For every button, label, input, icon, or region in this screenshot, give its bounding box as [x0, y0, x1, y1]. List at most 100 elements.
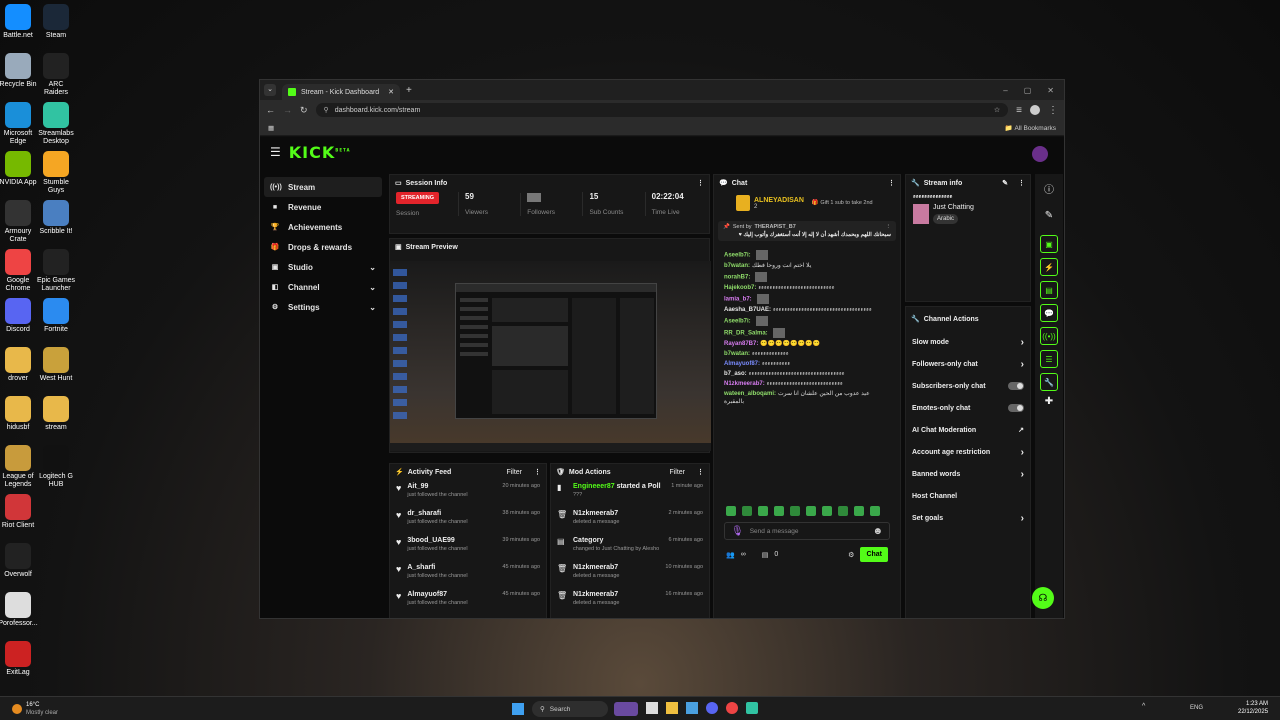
chat-username[interactable]: lamia_b7:: [724, 297, 752, 303]
emote-icon[interactable]: [838, 506, 848, 516]
desktop-icon[interactable]: Riot Client: [0, 494, 38, 530]
desktop-icon[interactable]: Discord: [0, 298, 38, 334]
activity-filter-button[interactable]: Filter: [506, 469, 522, 476]
sidebar-item-channel[interactable]: ◧ Channel ⌄: [264, 277, 382, 297]
chat-settings-icon[interactable]: ⚙: [848, 551, 854, 559]
chat-username[interactable]: N1zkmeerab7:: [724, 381, 765, 387]
taskbar-search[interactable]: ⚲ Search: [532, 701, 608, 717]
chat-message[interactable]: norahB7:: [724, 271, 890, 283]
new-tab-icon[interactable]: +: [406, 85, 412, 96]
desktop-icon[interactable]: ExitLag: [0, 641, 38, 677]
mod-filter-button[interactable]: Filter: [669, 469, 685, 476]
mod-action-user[interactable]: N1zkmeerab7: [573, 591, 618, 598]
desktop-icon[interactable]: hidusbf: [0, 396, 38, 432]
activity-item[interactable]: ♥ Ait_99 just followed the channel 20 minut…: [390, 480, 546, 507]
chat-menu-icon[interactable]: ⋮: [888, 179, 895, 187]
mod-action-item[interactable]: 🗑 N1zkmeerab7 deleted a message 2 minutes a…: [551, 507, 709, 534]
desktop-icon[interactable]: NVIDIA App: [0, 151, 38, 187]
activity-item[interactable]: ♥ dr_sharafi just followed the channel 38 m…: [390, 507, 546, 534]
chat-message[interactable]: RR_DR_Salma:: [724, 327, 890, 339]
chat-username[interactable]: Almayuof87:: [724, 361, 760, 367]
desktop-icon[interactable]: ARC Raiders: [36, 53, 76, 97]
activity-user[interactable]: Almayuof87: [407, 591, 467, 598]
activity-item[interactable]: ♥ Almayuof87 just followed the channel 45 m…: [390, 588, 546, 615]
mod-action-user[interactable]: N1zkmeerab7: [573, 564, 618, 571]
category-name[interactable]: Just Chatting: [933, 204, 974, 211]
mod-action-item[interactable]: 🗑 N1zkmeerab7 deleted a message 16 minutes …: [551, 588, 709, 615]
rail-broadcast-icon[interactable]: ((•)): [1040, 327, 1058, 345]
toggle-switch[interactable]: [1008, 382, 1024, 390]
chat-users-icon[interactable]: 👥: [726, 551, 735, 559]
desktop-icon[interactable]: Steam: [36, 4, 76, 40]
chat-username[interactable]: Aseelb7i:: [724, 253, 751, 259]
mod-action-user[interactable]: Engineeer87: [573, 483, 615, 490]
desktop-icon[interactable]: Google Chrome: [0, 249, 38, 293]
file-explorer-icon[interactable]: [666, 702, 678, 714]
rail-layout-icon[interactable]: ▣: [1040, 235, 1058, 253]
rail-bolt-icon[interactable]: ⚡: [1040, 258, 1058, 276]
chat-message[interactable]: b7watan: ءءءءءءءءءءءءء: [724, 349, 890, 359]
desktop-icon[interactable]: Fortnite: [36, 298, 76, 334]
task-view-icon[interactable]: [646, 702, 658, 714]
chat-username[interactable]: Aseelb7i:: [724, 319, 751, 325]
chat-username[interactable]: b7watan:: [724, 263, 750, 269]
activity-user[interactable]: Ait_99: [407, 483, 467, 490]
sidebar-item-stream[interactable]: ((•)) Stream: [264, 177, 382, 197]
site-info-icon[interactable]: ⚲: [324, 106, 329, 114]
mod-action-item[interactable]: 🗑 N1zkmeerab7 deleted a message 10 minutes …: [551, 561, 709, 588]
desktop-icon[interactable]: Logitech G HUB: [36, 445, 76, 489]
channel-action-host-channel[interactable]: Host Channel: [906, 485, 1030, 507]
support-button[interactable]: ☊: [1032, 587, 1054, 609]
chrome-taskbar-icon[interactable]: [726, 702, 738, 714]
chat-username[interactable]: Hajekoob7:: [724, 285, 756, 291]
chat-message[interactable]: N1zkmeerab7: ءءءءءءءءءءءءءءءءءءءءءءءءءءء: [724, 379, 890, 389]
activity-item[interactable]: ♥ A_sharfi just followed the channel 45 min…: [390, 561, 546, 588]
emote-icon[interactable]: [726, 506, 736, 516]
toggle-switch[interactable]: [1008, 404, 1024, 412]
desktop-icon[interactable]: Scribble It!: [36, 200, 76, 236]
mic-icon[interactable]: 🎙: [731, 526, 744, 537]
chat-message[interactable]: Rayan87B7: 😶😶😶😶😶😶😶😶: [724, 339, 890, 349]
emote-icon[interactable]: [822, 506, 832, 516]
chat-username[interactable]: RR_DR_Salma:: [724, 331, 768, 337]
chat-username[interactable]: Aaesha_B7UAE:: [724, 307, 771, 313]
desktop-icon[interactable]: West Hunt: [36, 347, 76, 383]
clock[interactable]: 1:23 AM 22/12/2025: [1238, 700, 1268, 716]
emote-icon[interactable]: [790, 506, 800, 516]
sidebar-item-settings[interactable]: ⚙ Settings ⌄: [264, 297, 382, 317]
window-close-icon[interactable]: ✕: [1047, 86, 1054, 95]
desktop-icon[interactable]: Armoury Crate: [0, 200, 38, 244]
points-icon[interactable]: ▤: [762, 551, 769, 559]
chat-username[interactable]: norahB7:: [724, 275, 750, 281]
reload-icon[interactable]: ↻: [300, 105, 308, 116]
desktop-icon[interactable]: Porofessor...: [0, 592, 38, 628]
obs-taskbar-icon[interactable]: [746, 702, 758, 714]
chat-username[interactable]: b7watan:: [724, 351, 750, 357]
desktop-icon[interactable]: Stumble Guys: [36, 151, 76, 195]
mod-action-item[interactable]: ▤ Category changed to Just Chatting by Ale…: [551, 534, 709, 561]
store-icon[interactable]: [686, 702, 698, 714]
tab-list-icon[interactable]: ⌄: [264, 84, 276, 96]
desktop-icon[interactable]: Microsoft Edge: [0, 102, 38, 146]
windows-start-icon[interactable]: [512, 703, 524, 715]
kick-logo[interactable]: KICKBETA: [289, 143, 351, 162]
chat-message[interactable]: lamia_b7:: [724, 293, 890, 305]
mod-action-user[interactable]: N1zkmeerab7: [573, 510, 618, 517]
discord-taskbar-icon[interactable]: [706, 702, 718, 714]
info-icon[interactable]: ⓘ: [1035, 181, 1063, 196]
emote-icon[interactable]: [854, 506, 864, 516]
weather-icon[interactable]: [12, 703, 22, 714]
emote-icon[interactable]: [742, 506, 752, 516]
rail-wrench-icon[interactable]: 🔧: [1040, 373, 1058, 391]
desktop-icon[interactable]: Epic Games Launcher: [36, 249, 76, 293]
close-tab-icon[interactable]: ✕: [388, 88, 394, 96]
desktop-icon[interactable]: drover: [0, 347, 38, 383]
desktop-icon[interactable]: League of Legends: [0, 445, 38, 489]
mod-menu-icon[interactable]: ⋮: [697, 468, 704, 476]
activity-user[interactable]: dr_sharafi: [407, 510, 467, 517]
chat-message[interactable]: b7watan: يلا اختم انت وروحا فطك: [724, 261, 890, 271]
chart-link-icon[interactable]: ↗: [1018, 426, 1024, 434]
all-bookmarks[interactable]: 📁 All Bookmarks: [1005, 124, 1056, 132]
chat-input[interactable]: 🎙 Send a message ☻: [724, 522, 890, 540]
emote-icon[interactable]: [758, 506, 768, 516]
